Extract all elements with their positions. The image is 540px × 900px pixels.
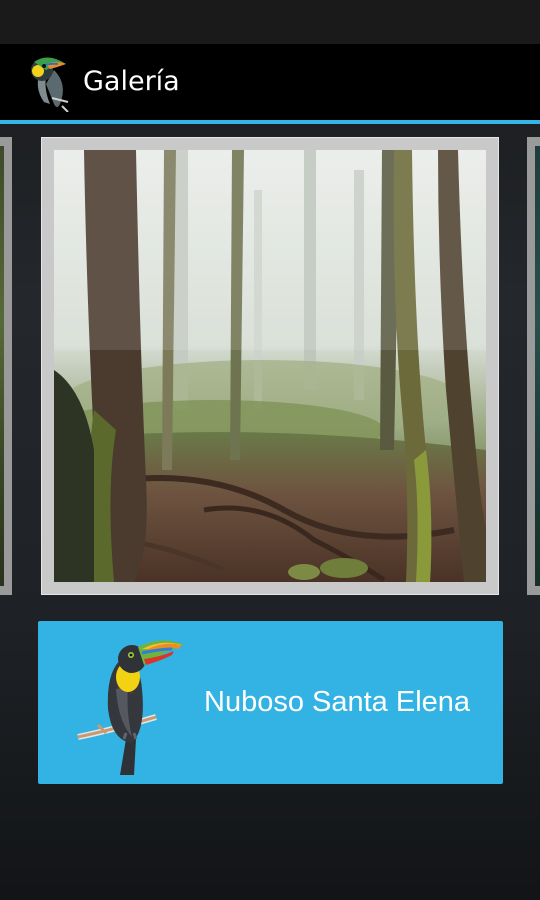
gallery-selected-item[interactable] (41, 137, 499, 595)
page-title: Galería (83, 66, 180, 97)
location-name-label: Nuboso Santa Elena (204, 686, 471, 718)
gallery-next-thumbnail[interactable] (527, 137, 540, 595)
status-bar (0, 0, 540, 44)
action-bar: Galería (0, 44, 540, 120)
toucan-icon[interactable] (24, 54, 74, 113)
image-gallery[interactable] (0, 124, 540, 604)
gallery-prev-thumbnail[interactable] (0, 137, 12, 595)
toucan-illustration (76, 629, 188, 777)
cloud-forest-photo[interactable] (54, 150, 486, 582)
location-banner-button[interactable]: Nuboso Santa Elena (38, 621, 503, 784)
